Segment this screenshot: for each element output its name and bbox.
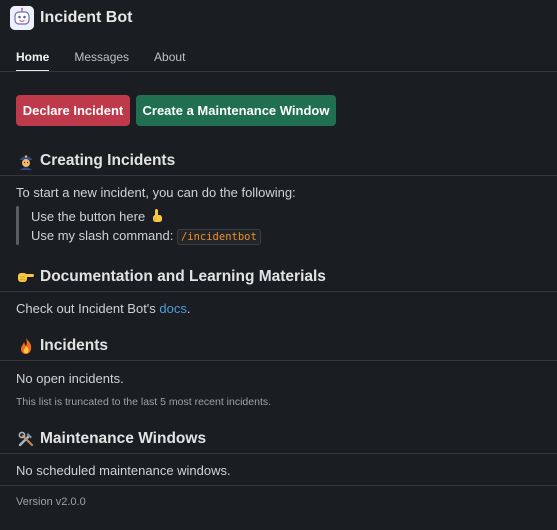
bot-avatar-icon[interactable] xyxy=(10,6,34,30)
section-title: Documentation and Learning Materials xyxy=(40,268,326,285)
section-heading-incidents: Incidents xyxy=(16,335,108,357)
tab-divider xyxy=(0,71,557,72)
section-heading-documentation: Documentation and Learning Materials xyxy=(16,266,326,288)
quote-bar xyxy=(16,206,19,245)
creating-item-button-text: Use the button here xyxy=(31,208,146,224)
docs-link[interactable]: docs xyxy=(159,301,186,316)
section-title: Maintenance Windows xyxy=(40,430,207,447)
app-header: Incident Bot xyxy=(10,5,132,31)
maintenance-empty-text: No scheduled maintenance windows. xyxy=(16,463,231,478)
create-maintenance-window-button[interactable]: Create a Maintenance Window xyxy=(136,95,336,126)
slash-command-code: /incidentbot xyxy=(176,229,261,245)
app-title: Incident Bot xyxy=(40,9,133,26)
pointing-up-icon xyxy=(149,208,165,224)
section-heading-creating-incidents: Creating Incidents xyxy=(16,150,175,172)
incidents-truncation-note: This list is truncated to the last 5 mos… xyxy=(16,396,272,408)
tab-messages[interactable]: Messages xyxy=(74,48,129,72)
section-divider xyxy=(0,291,557,292)
docs-text-prefix: Check out Incident Bot's xyxy=(16,301,160,316)
docs-text-suffix: . xyxy=(186,301,191,316)
section-divider xyxy=(0,360,557,361)
police-officer-icon xyxy=(16,151,36,171)
tab-home[interactable]: Home xyxy=(16,48,50,72)
section-heading-maintenance: Maintenance Windows xyxy=(16,428,206,450)
declare-incident-button[interactable]: Declare Incident xyxy=(16,95,130,126)
section-divider xyxy=(0,175,557,176)
creating-item-slash-command: Use my slash command: /incidentbot xyxy=(31,228,261,245)
hammer-wrench-icon xyxy=(16,429,36,449)
tab-bar: Home Messages About xyxy=(16,48,210,72)
creating-intro-text: To start a new incident, you can do the … xyxy=(16,185,296,200)
section-divider xyxy=(0,453,557,454)
pointing-right-icon xyxy=(16,267,36,287)
section-title: Creating Incidents xyxy=(40,152,176,169)
footer-divider xyxy=(0,485,557,486)
creating-item-slash-text: Use my slash command: xyxy=(31,228,174,243)
incidents-empty-text: No open incidents. xyxy=(16,371,124,386)
version-label: Version v2.0.0 xyxy=(16,496,86,508)
tab-about[interactable]: About xyxy=(154,48,185,72)
docs-text: Check out Incident Bot's docs. xyxy=(16,301,191,316)
section-title: Incidents xyxy=(40,337,109,354)
fire-icon xyxy=(16,336,36,356)
creating-item-button: Use the button here xyxy=(31,208,169,224)
